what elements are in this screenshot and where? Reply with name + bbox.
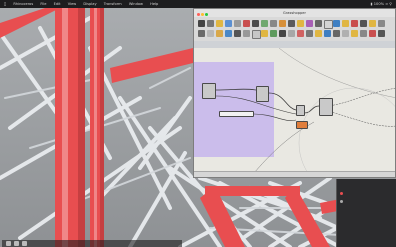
- component-toolbar: [194, 17, 395, 42]
- menu-display[interactable]: Display: [83, 2, 96, 6]
- properties-panel: [336, 179, 396, 247]
- intersect-icon[interactable]: [261, 20, 268, 27]
- wifi-icon[interactable]: ≈: [385, 2, 388, 6]
- grasshopper-window: Grasshopper: [193, 8, 396, 178]
- tool-icon[interactable]: [351, 20, 358, 27]
- tool-icon[interactable]: [333, 30, 340, 37]
- tool-icon[interactable]: [324, 20, 333, 29]
- display-icon[interactable]: [279, 20, 286, 27]
- tool-icon[interactable]: [6, 241, 11, 246]
- color-swatch-icon: [340, 192, 343, 195]
- menu-transform[interactable]: Transform: [104, 2, 122, 6]
- tool-icon[interactable]: [243, 30, 250, 37]
- surface-icon[interactable]: [243, 20, 250, 27]
- component-node[interactable]: [256, 86, 269, 102]
- tool-icon[interactable]: [360, 20, 367, 27]
- tool-icon[interactable]: [279, 30, 286, 37]
- apple-icon[interactable]: : [4, 2, 6, 6]
- radio-icon[interactable]: [340, 200, 343, 203]
- menu-view[interactable]: View: [68, 2, 77, 6]
- tool-icon[interactable]: [297, 30, 304, 37]
- battery-icon[interactable]: ▮: [371, 2, 373, 6]
- menu-file[interactable]: File: [40, 2, 46, 6]
- menu-bar:  Rhinoceros File Edit View Display Tran…: [0, 0, 396, 8]
- tool-icon[interactable]: [342, 30, 349, 37]
- maths-icon[interactable]: [207, 20, 214, 27]
- sets-icon[interactable]: [216, 20, 223, 27]
- tool-icon[interactable]: [333, 20, 340, 27]
- params-icon[interactable]: [198, 20, 205, 27]
- selected-node[interactable]: [296, 121, 308, 129]
- number-slider[interactable]: [219, 111, 254, 117]
- tool-icon[interactable]: [225, 30, 232, 37]
- mesh-icon[interactable]: [252, 20, 259, 27]
- battery-status: 100%: [373, 2, 385, 6]
- vector-icon[interactable]: [225, 20, 232, 27]
- tool-icon[interactable]: [270, 30, 277, 37]
- tool-icon[interactable]: [207, 30, 214, 37]
- tool-icon[interactable]: [22, 241, 27, 246]
- tool-icon[interactable]: [297, 20, 304, 27]
- tool-icon[interactable]: [378, 30, 385, 37]
- curve-icon[interactable]: [234, 20, 241, 27]
- tool-icon[interactable]: [369, 30, 376, 37]
- tool-icon[interactable]: [306, 30, 313, 37]
- window-title: Grasshopper: [283, 11, 306, 15]
- tool-icon[interactable]: [315, 30, 322, 37]
- tool-icon[interactable]: [252, 30, 261, 39]
- search-icon[interactable]: ⚲: [389, 2, 392, 6]
- tool-icon[interactable]: [14, 241, 19, 246]
- menu-app[interactable]: Rhinoceros: [13, 2, 33, 6]
- param-node[interactable]: [202, 83, 216, 99]
- tool-icon[interactable]: [234, 30, 241, 37]
- menu-edit[interactable]: Edit: [54, 2, 61, 6]
- transform-icon[interactable]: [270, 20, 277, 27]
- tool-icon[interactable]: [369, 20, 376, 27]
- tool-icon[interactable]: [342, 20, 349, 27]
- tool-icon[interactable]: [288, 30, 295, 37]
- component-node[interactable]: [296, 105, 305, 116]
- tool-icon[interactable]: [315, 20, 322, 27]
- status-bar: [194, 171, 395, 177]
- menu-window[interactable]: Window: [129, 2, 143, 6]
- bottom-toolbar: [2, 240, 182, 247]
- tool-icon[interactable]: [216, 30, 223, 37]
- tool-icon[interactable]: [198, 30, 205, 37]
- tool-icon[interactable]: [351, 30, 358, 37]
- menu-help[interactable]: Help: [150, 2, 158, 6]
- tool-icon[interactable]: [378, 20, 385, 27]
- tool-icon[interactable]: [261, 30, 268, 37]
- component-node[interactable]: [319, 98, 333, 116]
- tool-icon[interactable]: [306, 20, 313, 27]
- tool-icon[interactable]: [324, 30, 331, 37]
- tool-icon[interactable]: [360, 30, 367, 37]
- tool-icon[interactable]: [288, 20, 295, 27]
- grasshopper-canvas[interactable]: [194, 48, 395, 173]
